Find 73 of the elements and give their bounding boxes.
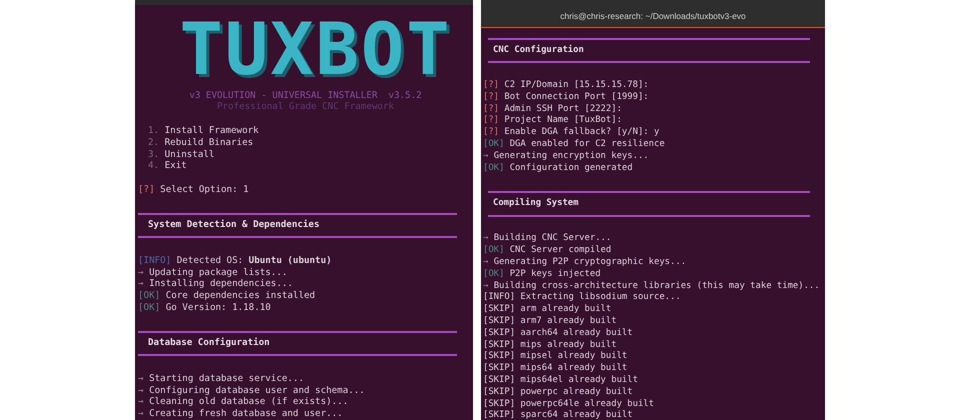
log-tag: [?]: [483, 115, 500, 128]
log-line: CNC Server compiled: [510, 245, 612, 257]
tagline-text: Professional Grade CNC Framework: [216, 101, 394, 114]
log-tag: →: [483, 280, 488, 292]
log-tag: [OK]: [483, 162, 504, 174]
section-heading: Database Configuration: [148, 337, 270, 348]
log-tag: [INFO]: [138, 254, 172, 267]
log-tag: →: [138, 408, 144, 420]
log-line: [SKIP] mips64el already built: [483, 374, 638, 387]
log-tag: →: [483, 233, 488, 246]
log-tag: [?]: [138, 184, 155, 196]
log-line: Generating P2P cryptographic keys...: [494, 256, 686, 269]
section-heading: System Detection & Dependencies: [148, 219, 320, 230]
log-line: Building cross-architecture libraries (this may take time)...: [494, 280, 820, 292]
log-line: Bot Connection Port [1999]:: [504, 92, 649, 104]
log-tag: →: [483, 150, 488, 163]
log-tag: →: [138, 372, 144, 385]
menu-option: Uninstall: [164, 148, 214, 160]
menu-option: Exit: [164, 160, 187, 172]
log-line: Updating package lists...: [149, 266, 288, 278]
log-tag: [?]: [483, 92, 500, 104]
log-line: Creating fresh database and user...: [149, 408, 343, 420]
log-line: Core dependencies installed: [166, 290, 316, 302]
log-tag: →: [138, 396, 144, 408]
log-tag: [OK]: [138, 302, 160, 314]
log-tag: [OK]: [483, 245, 504, 257]
log-line: [SKIP] arm7 already built: [483, 316, 617, 328]
log-line: Configuring database user and schema...: [149, 384, 365, 396]
log-tag: [OK]: [483, 138, 504, 151]
log-line: [INFO] Extracting libsodium source...: [483, 292, 681, 304]
log-tag: →: [483, 256, 488, 269]
log-line: Starting database service...: [149, 372, 304, 385]
section-heading: CNC Configuration: [493, 44, 584, 55]
log-tag: →: [138, 384, 144, 396]
log-line: [SKIP] mips64 already built: [483, 363, 628, 375]
log-line: [SKIP] aarch64 already built: [483, 328, 633, 340]
log-tag: [OK]: [483, 268, 504, 281]
log-line: P2P keys injected: [510, 268, 601, 281]
log-line: Go Version: 1.18.10: [166, 302, 271, 314]
menu-number: 4.: [148, 160, 160, 172]
section-heading: Compiling System: [493, 198, 578, 208]
log-line: Cleaning old database (if exists)...: [149, 396, 348, 408]
log-line: Installing dependencies...: [149, 278, 293, 290]
log-tag: [OK]: [138, 290, 160, 302]
log-line: C2 IP/Domain [15.15.15.78]:: [504, 80, 649, 92]
log-tag: [?]: [483, 104, 500, 116]
log-line: Enable DGA fallback? [y/N]: y: [504, 127, 660, 139]
log-line: Admin SSH Port [2222]:: [504, 104, 622, 115]
log-line: Select Option: 1: [160, 184, 249, 196]
menu-option: Rebuild Binaries: [164, 136, 254, 149]
log-line: Configuration generated: [510, 162, 633, 174]
log-line: [SKIP] arm already built: [483, 304, 612, 316]
window-title: chris@chris-research: ~/Downloads/tuxbotv3-evo: [560, 10, 746, 23]
log-line: Project Name [TuxBot]:: [504, 115, 622, 127]
log-line: [SKIP] powerpc already built: [483, 386, 633, 398]
log-line: Building CNC Server...: [494, 233, 612, 245]
menu-number: 3.: [148, 148, 160, 160]
log-tag: [?]: [483, 127, 500, 139]
log-line: [SKIP] sparc64 already built: [483, 410, 633, 420]
menu-number: 2.: [148, 136, 160, 149]
menu-option: Install Framework: [164, 125, 259, 137]
menu-number: 1.: [148, 125, 160, 137]
log-line: [SKIP] mipsel already built: [483, 351, 628, 363]
log-line: [SKIP] mips already built: [483, 340, 617, 351]
ascii-logo: TUXBOT: [179, 16, 452, 81]
log-tag: →: [138, 266, 144, 278]
log-line: [SKIP] powerpc64le already built: [483, 398, 654, 410]
log-tag: [?]: [483, 80, 500, 92]
log-line: Generating encryption keys...: [494, 150, 649, 163]
version-text: v3 EVOLUTION - UNIVERSAL INSTALLER v3.5.2: [189, 90, 422, 102]
log-line: Detected OS: Ubuntu (ubuntu): [176, 254, 332, 267]
log-tag: →: [138, 278, 144, 290]
log-line: DGA enabled for C2 resilience: [510, 138, 665, 151]
